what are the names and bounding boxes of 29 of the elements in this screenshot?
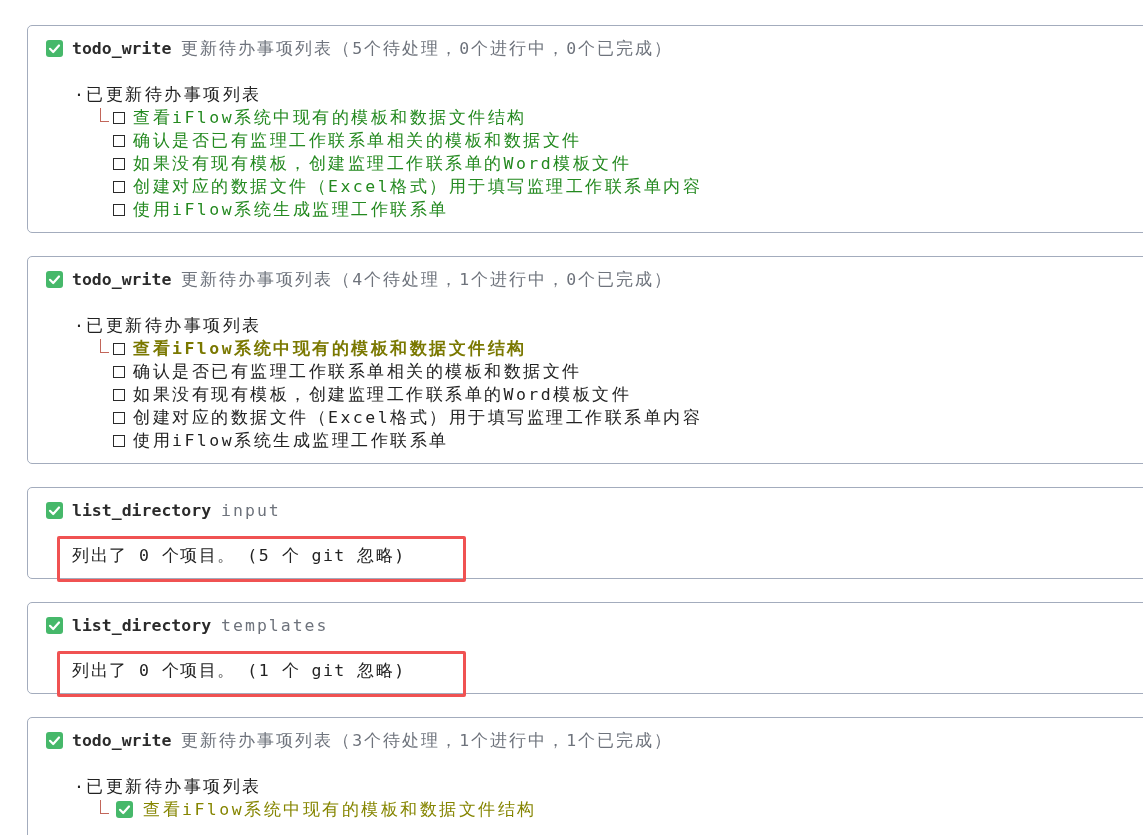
summary-text: ·已更新待办事项列表 [74,315,262,337]
tool-name: list_directory [72,615,212,637]
todo-item-text: 查看iFlow系统中现有的模板和数据文件结构 [133,107,527,129]
tool-description: 更新待办事项列表（5个待处理，0个进行中，0个已完成） [181,38,674,60]
todo-item-text: 创建对应的数据文件（Excel格式）用于填写监理工作联系单内容 [133,407,703,429]
todo-item-text: 如果没有现有模板，创建监理工作联系单的Word模板文件 [133,153,632,175]
todo-item-text: 查看iFlow系统中现有的模板和数据文件结构 [143,799,537,821]
tool-name: todo_write [72,38,172,60]
todo-item-text: 创建对应的数据文件（Excel格式）用于填写监理工作联系单内容 [133,176,703,198]
summary-text: ·已更新待办事项列表 [74,84,262,106]
todo-item-text: 确认是否已有监理工作联系单相关的模板和数据文件 [133,130,582,152]
tool-description: templates [221,615,329,637]
tree-connector-icon [100,339,109,353]
result-text: 列出了 0 个项目。 (1 个 git 忽略) [72,660,406,682]
tool-name: list_directory [72,500,212,522]
todo-item-text: 确认是否已有监理工作联系单相关的模板和数据文件 [133,361,582,383]
tool-name: todo_write [72,730,172,752]
tool-description: 更新待办事项列表（4个待处理，1个进行中，0个已完成） [181,269,674,291]
summary-text: ·已更新待办事项列表 [74,776,262,798]
tool-name: todo_write [72,269,172,291]
todo-item-text: 使用iFlow系统生成监理工作联系单 [133,199,449,221]
result-text: 列出了 0 个项目。 (5 个 git 忽略) [72,545,406,567]
tool-description: 更新待办事项列表（3个待处理，1个进行中，1个已完成） [181,730,674,752]
tool-description: input [221,500,281,522]
tree-connector-icon [100,800,109,814]
todo-item-text: 查看iFlow系统中现有的模板和数据文件结构 [133,338,527,360]
todo-item-text: 如果没有现有模板，创建监理工作联系单的Word模板文件 [133,384,632,406]
tree-connector-icon [100,108,109,122]
todo-item-text: 使用iFlow系统生成监理工作联系单 [133,430,449,452]
